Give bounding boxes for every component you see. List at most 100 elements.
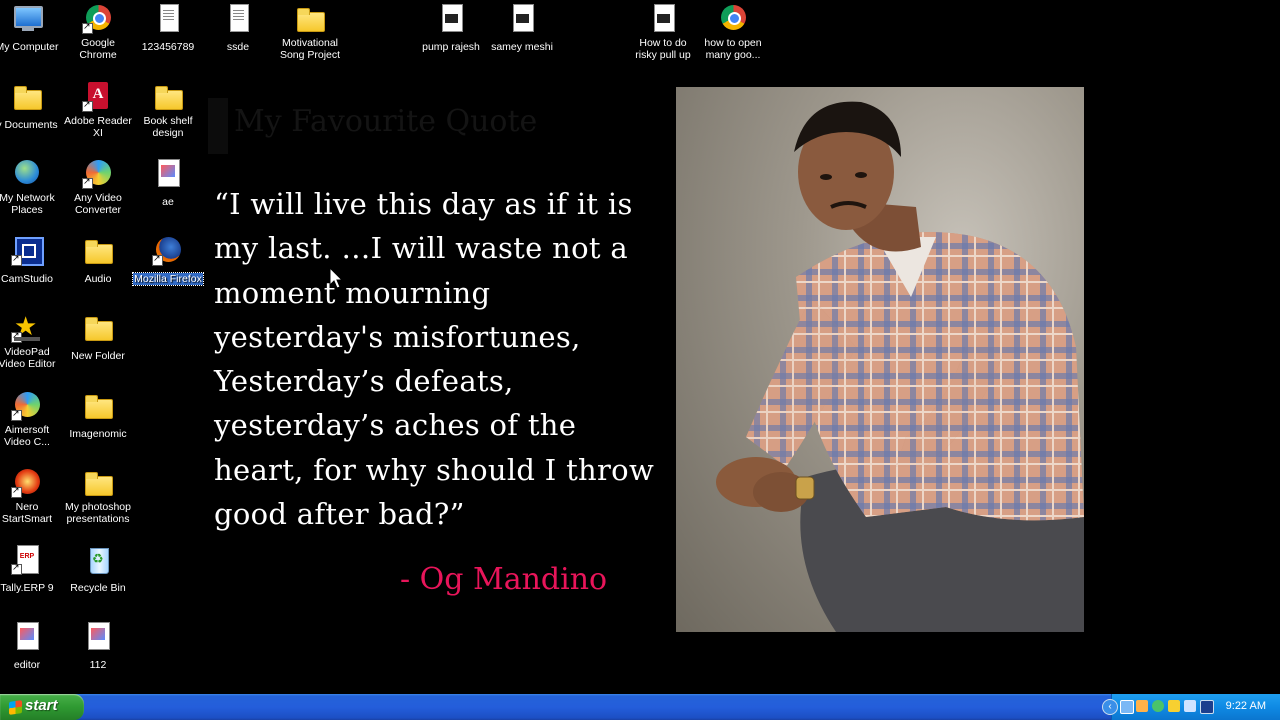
tray-app-icon[interactable] xyxy=(1136,700,1148,712)
desktop-icon-label: editor xyxy=(13,659,41,671)
desktop-icon-label: how to open many goo... xyxy=(704,37,762,61)
desktop-icon-mozilla-firefox[interactable]: Mozilla Firefox xyxy=(132,234,204,287)
desktop-icon-my-photoshop-presentations[interactable]: My photoshop presentations xyxy=(63,466,133,527)
media-player-icon xyxy=(717,2,749,34)
desktop-icon-book-shelf-design[interactable]: Book shelf design xyxy=(133,80,203,141)
video-file-icon xyxy=(506,2,538,34)
desktop-icon-ae[interactable]: ae xyxy=(133,157,203,210)
mouse-cursor-icon xyxy=(329,267,343,289)
folder-icon xyxy=(82,234,114,266)
documents-folder-icon xyxy=(11,80,43,112)
desktop-icon-label: How to do risky pull up xyxy=(635,37,691,61)
video-file-icon xyxy=(435,2,467,34)
tray-app-icon[interactable] xyxy=(1168,700,1180,712)
desktop-icon-label: ae xyxy=(162,196,174,208)
desktop: My Computer Google Chrome 123456789 ssde… xyxy=(0,0,1280,694)
desktop-icon-label: pump rajesh xyxy=(422,41,480,53)
desktop-icon-how-to-do-risky-pull-up[interactable]: How to do risky pull up xyxy=(628,2,698,63)
desktop-icon-adobe-reader[interactable]: Adobe Reader XI xyxy=(63,80,133,141)
desktop-icon-recycle-bin[interactable]: Recycle Bin xyxy=(63,543,133,596)
portrait-illustration xyxy=(716,101,1084,632)
desktop-icon-label: My Network Places xyxy=(0,192,55,216)
quote-author: - Og Mandino xyxy=(400,562,608,597)
desktop-icon-label: Adobe Reader XI xyxy=(64,115,132,139)
desktop-icon-samey-meshi[interactable]: samey meshi xyxy=(487,2,557,55)
desktop-icon-label: samey meshi xyxy=(491,41,553,53)
desktop-icon-camstudio[interactable]: CamStudio xyxy=(0,234,62,287)
desktop-icon-123456789[interactable]: 123456789 xyxy=(133,2,203,55)
desktop-icon-label: Audio xyxy=(84,273,112,285)
tray-network-icon[interactable] xyxy=(1184,700,1196,712)
desktop-icon-label: Tally.ERP 9 xyxy=(0,582,54,594)
desktop-icon-editor[interactable]: editor xyxy=(0,620,62,673)
text-document-icon xyxy=(152,2,184,34)
windows-logo-icon xyxy=(9,700,22,715)
tray-app-icon[interactable] xyxy=(1152,700,1164,712)
desktop-icon-label: My photoshop presentations xyxy=(65,501,131,525)
portrait-photo xyxy=(676,87,1084,632)
image-file-icon xyxy=(11,620,43,652)
desktop-icon-any-video-converter[interactable]: Any Video Converter xyxy=(63,157,133,218)
tray-expand-icon[interactable]: ‹ xyxy=(1102,699,1118,715)
folder-icon xyxy=(82,389,114,421)
desktop-icon-new-folder[interactable]: New Folder xyxy=(63,311,133,364)
my-computer-icon xyxy=(11,2,43,34)
recycle-bin-icon xyxy=(82,543,114,575)
desktop-icon-tally-erp[interactable]: Tally.ERP 9 xyxy=(0,543,62,596)
tray-app-icon[interactable] xyxy=(1120,700,1134,714)
folder-icon xyxy=(82,311,114,343)
desktop-icon-my-network-places[interactable]: My Network Places xyxy=(0,157,62,218)
desktop-icon-label: Aimersoft Video C... xyxy=(4,424,50,448)
desktop-icon-label: My Computer xyxy=(0,41,59,53)
desktop-icon-label: 112 xyxy=(89,659,107,671)
desktop-icon-label: New Folder xyxy=(71,350,125,362)
desktop-icon-imagenomic[interactable]: Imagenomic xyxy=(63,389,133,442)
desktop-icon-label: Any Video Converter xyxy=(74,192,122,216)
folder-icon xyxy=(82,466,114,498)
desktop-icon-my-computer[interactable]: My Computer xyxy=(0,2,62,55)
desktop-icon-label: Google Chrome xyxy=(79,37,117,61)
firefox-icon xyxy=(152,234,184,266)
desktop-icon-ssde[interactable]: ssde xyxy=(203,2,273,55)
desktop-icon-pump-rajesh[interactable]: pump rajesh xyxy=(416,2,486,55)
tray-display-icon[interactable] xyxy=(1200,700,1214,714)
desktop-icon-audio[interactable]: Audio xyxy=(63,234,133,287)
desktop-icon-label: 123456789 xyxy=(141,41,195,53)
quote-text: “I will live this day as if it is my las… xyxy=(214,187,655,532)
tally-erp-icon xyxy=(11,543,43,575)
text-document-icon xyxy=(222,2,254,34)
aimersoft-icon xyxy=(11,389,43,421)
adobe-reader-icon xyxy=(82,80,114,112)
taskbar-clock[interactable]: 9:22 AM xyxy=(1226,700,1266,712)
desktop-icon-how-to-open-many-goo[interactable]: how to open many goo... xyxy=(698,2,768,63)
desktop-icon-label: Recycle Bin xyxy=(70,582,126,594)
desktop-icon-nero-startsmart[interactable]: Nero StartSmart xyxy=(0,466,62,527)
desktop-icon-aimersoft-video-converter[interactable]: Aimersoft Video C... xyxy=(0,389,62,450)
image-file-icon xyxy=(82,620,114,652)
video-converter-icon xyxy=(82,157,114,189)
desktop-icon-label: Mozilla Firefox xyxy=(132,272,204,286)
desktop-icon-label: Motivational Song Project xyxy=(279,37,341,61)
desktop-icon-google-chrome[interactable]: Google Chrome xyxy=(63,2,133,63)
video-file-icon xyxy=(647,2,679,34)
desktop-icon-videopad-video-editor[interactable]: VideoPad Video Editor xyxy=(0,311,62,372)
desktop-icon-motivational-song-project[interactable]: Motivational Song Project xyxy=(275,2,345,63)
desktop-icon-label: ssde xyxy=(226,41,250,53)
camstudio-icon xyxy=(11,234,44,266)
desktop-icon-label: VideoPad Video Editor xyxy=(0,346,56,370)
desktop-icon-112[interactable]: 112 xyxy=(63,620,133,673)
chrome-icon xyxy=(82,2,114,34)
system-tray: ‹ 9:22 AM xyxy=(1102,694,1280,720)
folder-icon xyxy=(152,80,184,112)
desktop-icon-my-documents[interactable]: y Documents xyxy=(0,80,62,133)
videopad-icon xyxy=(11,311,43,343)
desktop-icon-label: Nero StartSmart xyxy=(1,501,53,525)
image-file-icon xyxy=(152,157,184,189)
desktop-icon-label: Book shelf design xyxy=(143,115,193,139)
folder-icon xyxy=(294,2,326,34)
taskbar: start ‹ 9:22 AM xyxy=(0,694,1280,720)
desktop-icon-label: y Documents xyxy=(0,119,58,131)
start-button[interactable]: start xyxy=(0,694,84,720)
slide-title-bar xyxy=(208,98,228,154)
desktop-icon-label: CamStudio xyxy=(1,273,53,285)
